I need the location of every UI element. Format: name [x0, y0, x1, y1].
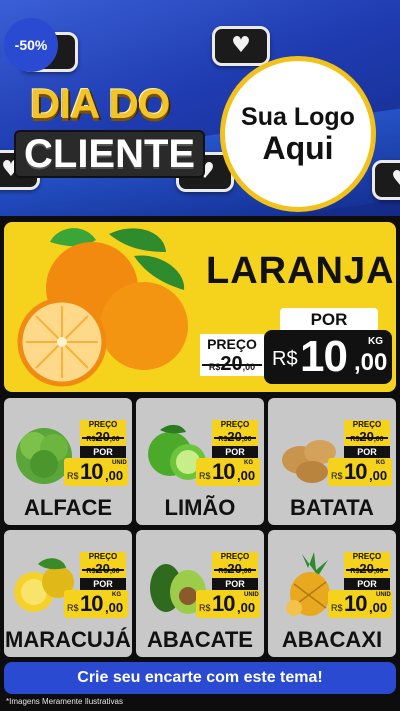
- price-integer: 10: [300, 332, 348, 381]
- old-price-label: PREÇO: [207, 336, 257, 352]
- new-price: R$ 10,00 UNID: [64, 458, 128, 486]
- old-price: PREÇOR$20,00: [80, 420, 126, 446]
- price-cents: ,00: [237, 600, 256, 615]
- por-label: POR: [212, 446, 258, 458]
- price-integer: 10: [212, 591, 236, 616]
- old-price-value: R$20,00: [80, 430, 126, 447]
- price-unit: KG: [244, 460, 253, 466]
- new-price: R$ 10,00 KG: [64, 590, 128, 618]
- new-price: R$ 10,00 UNID: [328, 590, 392, 618]
- old-price-value: R$20,00: [200, 353, 264, 378]
- featured-old-price: PREÇO R$20,00: [200, 334, 264, 376]
- new-price: R$ 10,00 UNID: [196, 590, 260, 618]
- price-unit: KG: [376, 460, 385, 466]
- product-card: PREÇOR$20,00POR R$10,00 KG LIMÃO: [136, 398, 264, 525]
- product-name: ABACATE: [147, 627, 253, 652]
- headline-line2: CLIENTE: [14, 130, 206, 178]
- currency-label: R$: [331, 603, 343, 613]
- price-unit: KG: [368, 336, 383, 347]
- product-name: MARACUJÁ: [5, 627, 131, 652]
- price-unit: UNID: [244, 592, 259, 598]
- price-cents: ,00: [369, 468, 388, 483]
- old-price: PREÇOR$20,00: [212, 420, 258, 446]
- create-flyer-button[interactable]: Crie seu encarte com este tema!: [4, 662, 396, 694]
- por-label: POR: [344, 578, 390, 590]
- price-cents: ,00: [105, 468, 124, 483]
- currency-label: R$: [272, 348, 298, 370]
- product-card: PREÇOR$20,00POR R$10,00 UNID ALFACE: [4, 398, 132, 525]
- old-price-value: R$20,00: [344, 430, 390, 447]
- heart-bubble-icon: ♥: [372, 160, 400, 200]
- featured-por-label: POR: [280, 308, 378, 332]
- price-cents: ,00: [237, 468, 256, 483]
- price-cents: ,00: [354, 349, 388, 376]
- old-price: PREÇOR$20,00: [344, 420, 390, 446]
- price-integer: 10: [212, 459, 236, 484]
- featured-product-name: LARANJA: [206, 250, 395, 292]
- product-name: LIMÃO: [164, 495, 236, 520]
- new-price: R$ 10,00 KG: [328, 458, 392, 486]
- product-card: PREÇOR$20,00POR R$10,00 UNID ABACATE: [136, 530, 264, 657]
- old-price-value: R$20,00: [212, 430, 258, 447]
- logo-text-line1: Sua Logo: [241, 103, 355, 131]
- price-integer: 10: [80, 591, 104, 616]
- discount-badge: -50%: [4, 18, 58, 72]
- product-card: PREÇOR$20,00POR R$10,00 KG MARACUJÁ: [4, 530, 132, 657]
- new-price: R$ 10,00 KG: [196, 458, 260, 486]
- heart-bubble-icon: ♥: [212, 26, 270, 66]
- disclaimer-text: *Imagens Meramente Ilustrativas: [6, 697, 123, 706]
- price-unit: KG: [112, 592, 121, 598]
- price-cents: ,00: [105, 600, 124, 615]
- product-card: PREÇOR$20,00POR R$10,00 UNID ABACAXI: [268, 530, 396, 657]
- por-label: POR: [80, 446, 126, 458]
- por-label: POR: [80, 578, 126, 590]
- headline-line1: DIA DO: [30, 80, 170, 127]
- old-price: PREÇOR$20,00: [212, 552, 258, 578]
- por-label: POR: [344, 446, 390, 458]
- price-unit: UNID: [112, 460, 127, 466]
- product-name: BATATA: [290, 495, 374, 520]
- old-price-value: R$20,00: [80, 562, 126, 579]
- price-integer: 10: [344, 591, 368, 616]
- price-cents: ,00: [369, 600, 388, 615]
- currency-label: R$: [67, 603, 79, 613]
- currency-label: R$: [331, 471, 343, 481]
- price-unit: UNID: [376, 592, 391, 598]
- currency-label: R$: [67, 471, 79, 481]
- product-card: PREÇOR$20,00POR R$10,00 KG BATATA: [268, 398, 396, 525]
- logo-text-line2: Aqui: [262, 130, 334, 166]
- price-integer: 10: [344, 459, 368, 484]
- currency-label: R$: [199, 603, 211, 613]
- price-integer: 10: [80, 459, 104, 484]
- old-price-value: R$20,00: [344, 562, 390, 579]
- old-price: PREÇOR$20,00: [344, 552, 390, 578]
- featured-new-price: R$ 10 ,00 KG: [264, 330, 392, 384]
- header-banner: ♥ ♥ ♥ ♥ ♥ DIA DO CLIENTE Sua Logo Aqui: [0, 0, 400, 216]
- currency-label: R$: [199, 471, 211, 481]
- product-name: ABACAXI: [281, 627, 383, 652]
- product-name: ALFACE: [24, 495, 112, 520]
- orange-image: [17, 228, 188, 387]
- logo-placeholder: Sua Logo Aqui: [220, 56, 376, 212]
- old-price: PREÇOR$20,00: [80, 552, 126, 578]
- old-price-value: R$20,00: [212, 562, 258, 579]
- headline: DIA DO CLIENTE: [14, 80, 206, 178]
- por-label: POR: [212, 578, 258, 590]
